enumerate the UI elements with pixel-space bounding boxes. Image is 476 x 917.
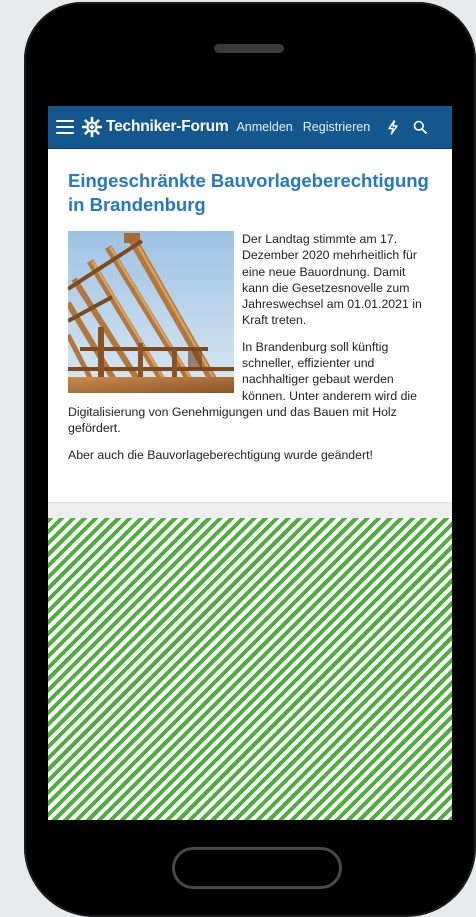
section-divider (48, 502, 452, 519)
roof-truss-image (68, 231, 234, 393)
hamburger-menu-icon[interactable] (56, 120, 74, 134)
article-title[interactable]: Eingeschränkte Bauvorlageberechtigung in… (68, 169, 432, 217)
ad-placeholder[interactable] (48, 518, 452, 820)
register-link[interactable]: Registrieren (303, 120, 370, 134)
phone-screen: Techniker-Forum Anmelden Registrieren Ei… (48, 106, 452, 820)
login-link[interactable]: Anmelden (236, 120, 292, 134)
phone-frame: Techniker-Forum Anmelden Registrieren Ei… (24, 2, 476, 917)
lightning-bolt-icon[interactable] (387, 119, 399, 135)
top-navbar: Techniker-Forum Anmelden Registrieren (48, 106, 452, 149)
article-paragraph: Aber auch die Bauvorlageberechtigung wur… (68, 447, 373, 462)
gear-logo-icon[interactable] (81, 116, 103, 138)
article: Eingeschränkte Bauvorlageberechtigung in… (48, 149, 452, 473)
home-button[interactable] (172, 847, 342, 889)
search-icon[interactable] (413, 120, 428, 134)
brand-name[interactable]: Techniker-Forum (106, 118, 229, 136)
phone-speaker (214, 44, 284, 53)
